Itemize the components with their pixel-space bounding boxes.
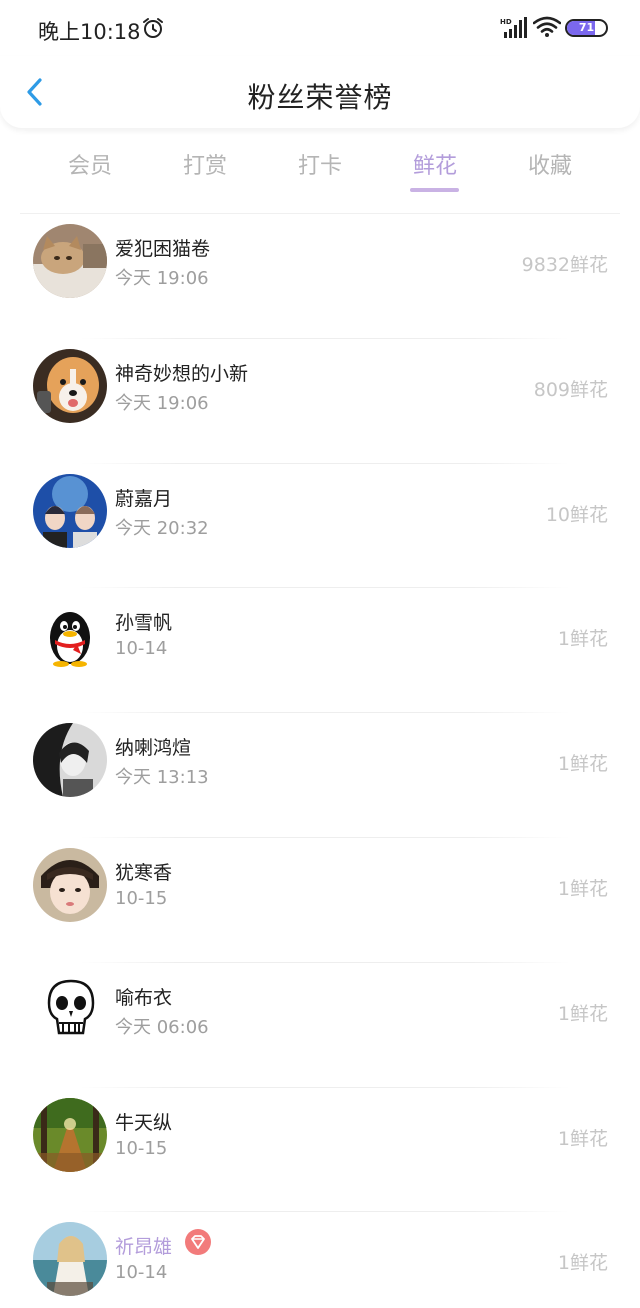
flower-count: 1鲜花 bbox=[557, 1002, 608, 1025]
hd-signal-icon: HD bbox=[500, 17, 527, 38]
timestamp: 10-14 bbox=[115, 1262, 168, 1284]
list-item[interactable]: 犹寒香 10-15 1鲜花 bbox=[0, 838, 640, 963]
list-item[interactable]: 牛天纵 10-15 1鲜花 bbox=[0, 1088, 640, 1213]
timestamp: 10-14 bbox=[115, 638, 168, 660]
user-name: 纳喇鸿煊 bbox=[115, 737, 192, 760]
alarm-icon bbox=[143, 18, 163, 38]
list-item[interactable]: 神奇妙想的小新 今天 19:06 809鲜花 bbox=[0, 339, 640, 464]
list-item[interactable]: 纳喇鸿煊 今天 13:13 1鲜花 bbox=[0, 713, 640, 838]
list-item[interactable]: 爱犯困猫卷 今天 19:06 9832鲜花 bbox=[0, 214, 640, 339]
list-item[interactable]: 孙雪帆 10-14 1鲜花 bbox=[0, 588, 640, 714]
tab-favorites[interactable]: 收藏 bbox=[505, 148, 595, 180]
flower-count: 9832鲜花 bbox=[521, 254, 608, 276]
user-name: 神奇妙想的小新 bbox=[115, 362, 249, 385]
girl-photo-avatar bbox=[33, 847, 107, 922]
user-name: 牛天纵 bbox=[115, 1111, 173, 1134]
active-tab-indicator bbox=[410, 188, 459, 192]
flower-count: 1鲜花 bbox=[557, 1127, 608, 1150]
user-name: 孙雪帆 bbox=[115, 612, 173, 635]
status-bar: 晚上10:18 HD 71 bbox=[0, 0, 640, 56]
tab-members[interactable]: 会员 bbox=[45, 148, 135, 180]
header-bar: 粉丝荣誉榜 bbox=[0, 56, 640, 128]
tab-bar: 会员 打赏 打卡 鲜花 收藏 bbox=[0, 140, 640, 200]
flower-count: 1鲜花 bbox=[557, 753, 608, 776]
beach-girl-avatar bbox=[33, 1222, 107, 1297]
skull-avatar bbox=[33, 972, 107, 1047]
battery-icon: 71 bbox=[565, 19, 608, 37]
flower-count: 809鲜花 bbox=[533, 378, 608, 401]
flower-count: 10鲜花 bbox=[545, 503, 608, 526]
bw-girl-avatar bbox=[33, 723, 107, 798]
flower-count: 1鲜花 bbox=[557, 877, 608, 900]
forest-avatar bbox=[33, 1097, 107, 1172]
diamond-badge-icon bbox=[185, 1229, 211, 1256]
status-time: 晚上10:18 bbox=[38, 20, 141, 44]
timestamp: 今天 13:13 bbox=[115, 767, 209, 789]
cat-avatar bbox=[33, 224, 107, 298]
wifi-icon bbox=[533, 16, 561, 37]
list-item[interactable]: 喻布衣 今天 06:06 1鲜花 bbox=[0, 963, 640, 1088]
timestamp: 今天 19:06 bbox=[115, 268, 209, 289]
tab-flowers[interactable]: 鲜花 bbox=[390, 148, 480, 180]
timestamp: 10-15 bbox=[115, 887, 168, 909]
timestamp: 今天 20:32 bbox=[115, 517, 209, 539]
battery-level-text: 71 bbox=[578, 21, 595, 34]
user-name: 祈昂雄 bbox=[115, 1236, 173, 1259]
dog-avatar bbox=[33, 348, 107, 423]
fan-ranking-list: 爱犯困猫卷 今天 19:06 9832鲜花 神奇妙想的小新 今天 19:06 8… bbox=[0, 214, 640, 1308]
tab-rewards[interactable]: 打赏 bbox=[160, 148, 250, 180]
list-item[interactable]: 祈昂雄 10-14 1鲜花 bbox=[0, 1212, 640, 1308]
svg-text:HD: HD bbox=[500, 18, 512, 26]
flower-count: 1鲜花 bbox=[557, 628, 608, 651]
user-name: 爱犯困猫卷 bbox=[115, 238, 211, 260]
penguin-avatar bbox=[33, 598, 107, 673]
flower-count: 1鲜花 bbox=[557, 1252, 608, 1275]
timestamp: 今天 06:06 bbox=[115, 1016, 209, 1038]
page-title: 粉丝荣誉榜 bbox=[247, 81, 393, 114]
timestamp: 10-15 bbox=[115, 1137, 168, 1159]
list-item[interactable]: 蔚嘉月 今天 20:32 10鲜花 bbox=[0, 464, 640, 589]
user-name: 犹寒香 bbox=[115, 861, 173, 884]
user-name: 喻布衣 bbox=[115, 986, 173, 1009]
user-name: 蔚嘉月 bbox=[115, 487, 173, 510]
tab-checkin[interactable]: 打卡 bbox=[275, 148, 365, 180]
timestamp: 今天 19:06 bbox=[115, 392, 209, 414]
blue-photo-avatar bbox=[33, 473, 107, 548]
